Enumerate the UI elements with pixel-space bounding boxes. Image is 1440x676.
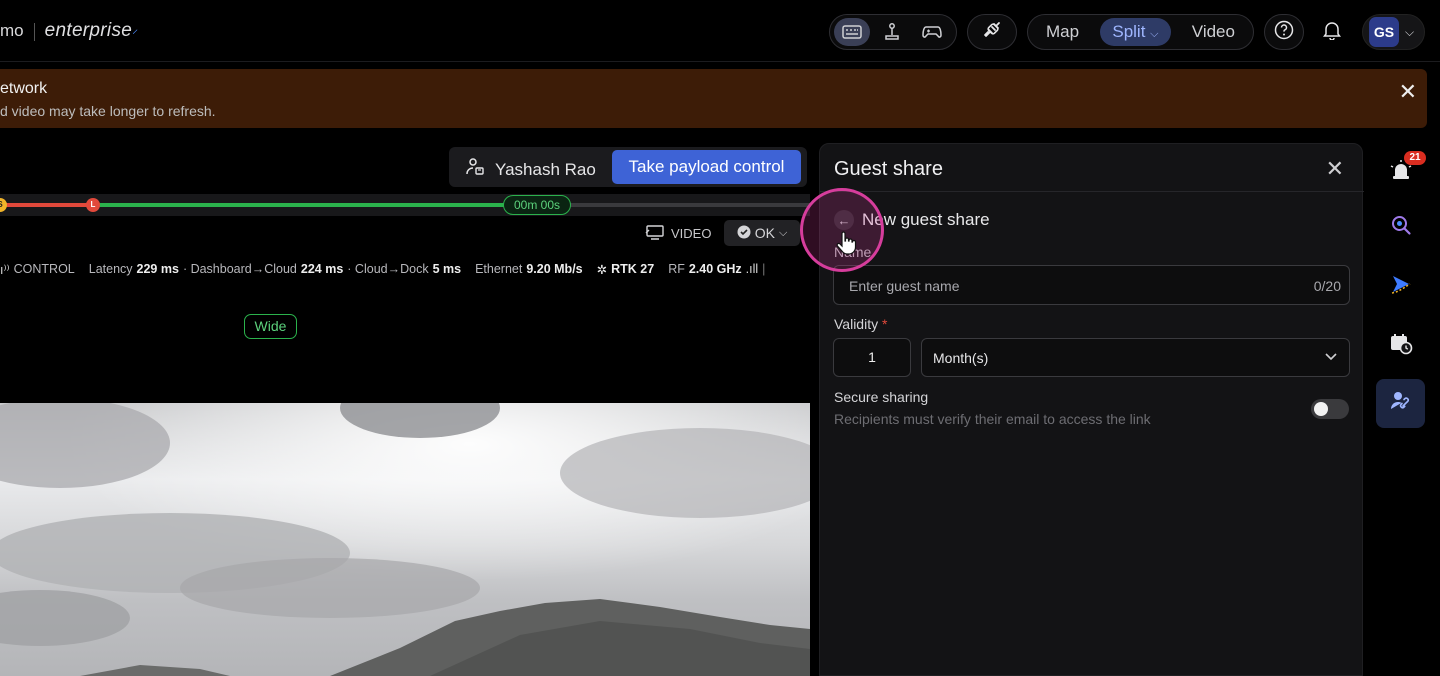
- avatar: GS: [1369, 17, 1399, 47]
- alerts-count-badge: 21: [1404, 151, 1426, 165]
- required-mark: *: [881, 316, 888, 332]
- controller-user-name: Yashash Rao: [495, 159, 596, 179]
- dash-cloud-value: 224 ms: [300, 262, 344, 276]
- banner-message: d video may take longer to refresh.: [0, 103, 216, 119]
- video-scene: [0, 403, 810, 676]
- video-switch-icon: [645, 224, 665, 243]
- gamepad-icon[interactable]: [914, 18, 950, 46]
- latency-value: 229 ms: [136, 262, 179, 276]
- joystick-icon[interactable]: [874, 18, 910, 46]
- timeline-start-marker[interactable]: S: [0, 198, 7, 212]
- route-icon: [1389, 272, 1413, 301]
- brand-logo: mo enterprise⸝: [0, 20, 138, 42]
- hand-pointer-icon: [835, 231, 857, 260]
- secure-sharing-hint: Recipients must verify their email to ac…: [834, 411, 1151, 427]
- panel-title: Guest share: [834, 158, 943, 180]
- guest-share-panel: Guest share ✕ ← New guest share Name Ent…: [819, 143, 1364, 676]
- cursor-click-highlight: [800, 188, 884, 272]
- secure-sharing-toggle[interactable]: [1311, 399, 1349, 419]
- ethernet-label: Ethernet: [475, 262, 523, 276]
- guest-share-button[interactable]: [1376, 379, 1425, 428]
- view-mode-split[interactable]: Split ⌵: [1100, 18, 1171, 46]
- signal-bars-icon: .ıll: [745, 262, 759, 276]
- ethernet-value: 9.20 Mb/s: [526, 262, 583, 276]
- validity-unit-select[interactable]: Month(s): [921, 338, 1350, 377]
- stats-divider: |: [762, 262, 766, 276]
- control-label: CONTROL: [13, 262, 75, 276]
- flight-route-button[interactable]: [1376, 262, 1425, 311]
- rtk-label: RTK 27: [611, 262, 655, 276]
- video-source-toggle[interactable]: VIDEO: [645, 222, 711, 244]
- right-tool-rail: 21: [1372, 143, 1440, 676]
- timeline-l-marker[interactable]: L: [86, 198, 100, 212]
- close-icon[interactable]: ✕: [1326, 156, 1344, 182]
- banner-title: etwork: [0, 80, 48, 97]
- chevron-down-icon: ⌵: [1150, 28, 1159, 40]
- video-label: VIDEO: [671, 225, 712, 241]
- validity-amount-input[interactable]: 1: [833, 338, 911, 377]
- chevron-down-icon: [1323, 348, 1339, 367]
- chevron-down-icon: ⌵: [1405, 24, 1415, 39]
- notifications-button[interactable]: [1312, 14, 1352, 50]
- validity-unit-value: Month(s): [933, 350, 989, 366]
- rf-value: 2.40 GHz: [688, 262, 742, 276]
- timeline-elapsed: 00m 00s: [503, 195, 571, 215]
- top-bar: mo enterprise⸝ Map Split ⌵ Video GS ⌵: [0, 0, 1440, 62]
- plug-icon: [981, 19, 1003, 46]
- user-menu[interactable]: GS ⌵: [1362, 14, 1425, 50]
- bell-icon: [1323, 20, 1341, 45]
- cloud-dock-value: 5 ms: [432, 262, 462, 276]
- telemetry-stats: ı⁾⁾ CONTROL Latency 229 ms · Dashboard→C…: [0, 262, 765, 280]
- video-status-label: OK: [754, 225, 775, 241]
- satellite-icon: ✲: [596, 263, 608, 277]
- controller-user: Yashash Rao: [465, 157, 596, 182]
- calendar-clock-icon: [1389, 331, 1413, 360]
- brand-name: enterprise: [44, 20, 133, 41]
- latency-label: Latency: [88, 262, 133, 276]
- timeline-green-segment: [93, 203, 543, 207]
- guest-name-counter: 0/20: [1313, 278, 1341, 294]
- view-mode-video[interactable]: Video: [1180, 18, 1247, 46]
- search-analysis-button[interactable]: [1376, 203, 1425, 252]
- guest-name-placeholder: Enter guest name: [849, 278, 960, 294]
- check-circle-icon: [737, 225, 751, 242]
- user-link-icon: [1389, 389, 1413, 418]
- validity-label-text: Validity: [834, 316, 879, 332]
- cloud-dock-label: · Cloud→Dock: [347, 262, 429, 276]
- payload-control-bar: Yashash Rao Take payload control: [449, 147, 807, 187]
- control-mode-group: [829, 14, 957, 50]
- rf-label: RF: [668, 262, 685, 276]
- view-mode-map[interactable]: Map: [1034, 18, 1091, 46]
- schedule-button[interactable]: [1376, 321, 1425, 370]
- timeline-red-segment: [0, 203, 94, 207]
- timeline-remaining-segment: [542, 203, 810, 207]
- dash-cloud-label: · Dashboard→Cloud: [182, 262, 297, 276]
- alerts-button[interactable]: 21: [1376, 148, 1426, 197]
- secure-sharing-label: Secure sharing: [834, 389, 929, 405]
- user-control-icon: [465, 157, 485, 182]
- camera-video-feed[interactable]: [0, 403, 810, 676]
- brand-prefix: mo: [0, 21, 24, 40]
- validity-label: Validity *: [834, 316, 887, 332]
- search-icon: [1390, 214, 1412, 241]
- take-payload-control-button[interactable]: Take payload control: [612, 150, 801, 184]
- brand-tick-icon: ⸝: [132, 22, 139, 36]
- network-warning-banner: etwork d video may take longer to refres…: [0, 69, 1427, 128]
- view-mode-split-label: Split: [1112, 22, 1146, 41]
- guest-name-input[interactable]: Enter guest name 0/20: [833, 265, 1350, 305]
- view-mode-switch: Map Split ⌵ Video: [1027, 14, 1254, 50]
- banner-close-icon[interactable]: ✕: [1399, 79, 1417, 105]
- mission-timeline[interactable]: S L 00m 00s: [0, 194, 810, 216]
- help-icon: [1274, 20, 1294, 45]
- keyboard-icon[interactable]: [834, 18, 870, 46]
- connection-button[interactable]: [967, 14, 1017, 50]
- video-status-dropdown[interactable]: OK ⌵: [724, 220, 800, 246]
- control-signal-icon: ı⁾⁾: [0, 263, 10, 277]
- lens-mode-badge[interactable]: Wide: [244, 314, 297, 339]
- panel-divider: [820, 191, 1364, 192]
- chevron-down-icon: ⌵: [778, 226, 788, 239]
- help-button[interactable]: [1264, 14, 1304, 50]
